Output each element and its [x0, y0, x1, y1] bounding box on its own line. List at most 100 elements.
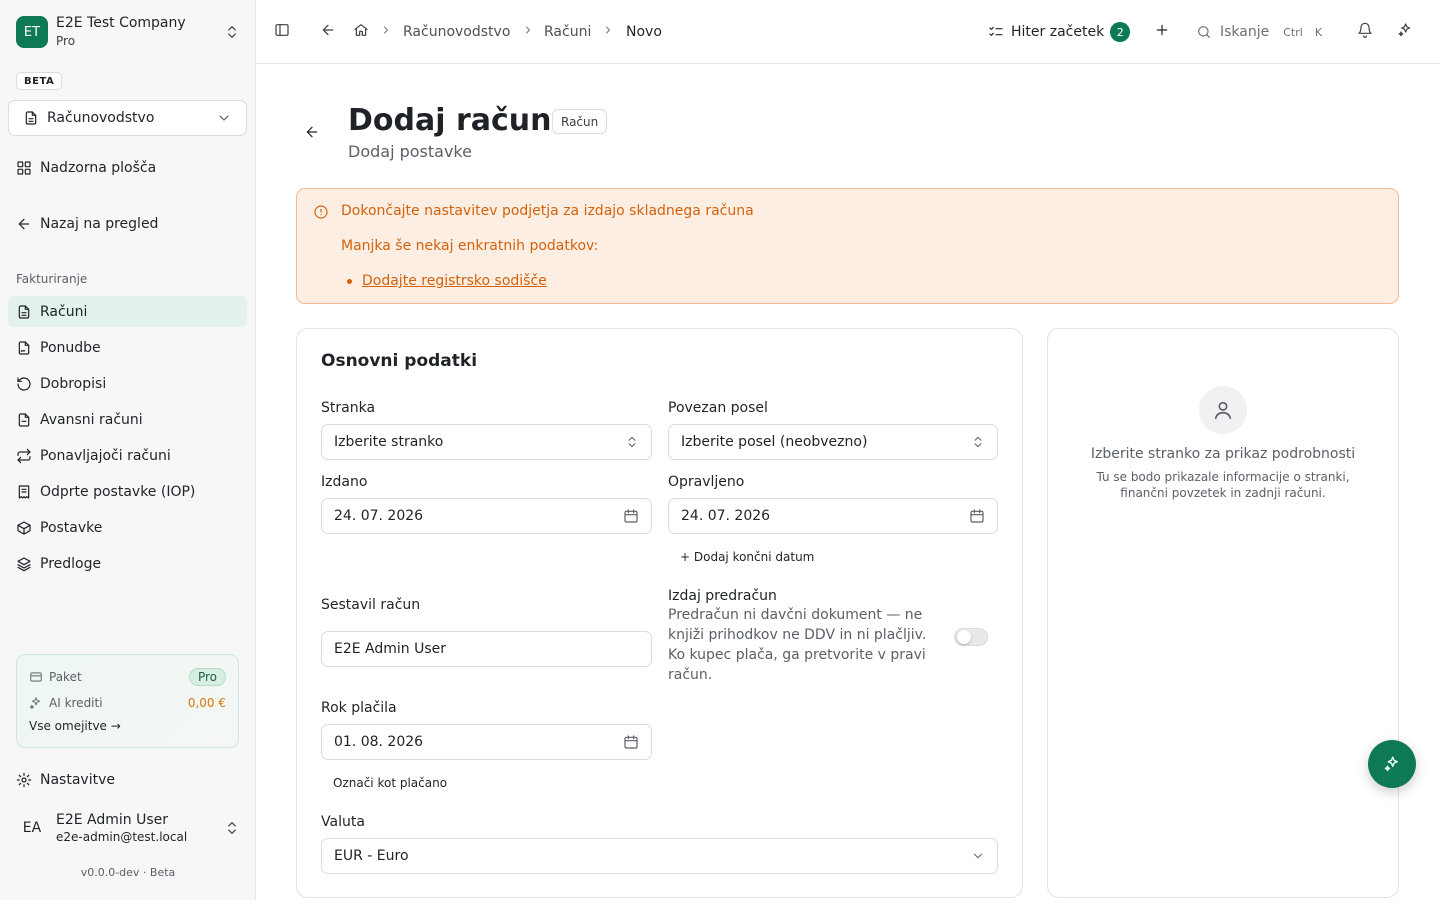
user-menu[interactable]: EA E2E Admin User e2e-admin@test.local	[16, 808, 240, 848]
customer-select[interactable]: Izberite stranko	[321, 424, 652, 460]
receipt-icon	[16, 484, 32, 500]
due-date-input[interactable]: 01. 08. 2026	[321, 724, 652, 760]
card-title: Osnovni podatki	[321, 351, 478, 371]
chevron-right-icon	[602, 24, 614, 36]
customer-select-value: Izberite stranko	[334, 434, 444, 450]
chevron-down-icon	[216, 110, 232, 126]
sparkles-icon[interactable]	[1397, 22, 1413, 38]
sidebar-item-label: Dobropisi	[40, 375, 107, 392]
sparkles-icon	[1383, 755, 1401, 773]
sparkles-icon	[29, 696, 43, 710]
user-info: E2E Admin User e2e-admin@test.local	[56, 812, 224, 845]
calendar-icon	[969, 508, 985, 524]
issued-date-input[interactable]: 24. 07. 2026	[321, 498, 652, 534]
sidebar-item-items[interactable]: Postavke	[8, 512, 247, 543]
search-icon	[1196, 24, 1212, 40]
nav-back-overview-label: Nazaj na pregled	[40, 215, 159, 232]
user-icon	[1199, 386, 1247, 434]
basic-info-card: Osnovni podatki Stranka Izberite stranko…	[296, 328, 1023, 898]
nav-settings-label: Nastavitve	[40, 771, 115, 788]
deal-select[interactable]: Izberite posel (neobvezno)	[668, 424, 998, 460]
nav-dashboard[interactable]: Nadzorna plošča	[8, 152, 247, 183]
currency-select-value: EUR - Euro	[334, 848, 409, 864]
kbd-ctrl: Ctrl	[1283, 25, 1303, 39]
list-checks-icon	[988, 24, 1004, 40]
author-label: Sestavil račun	[321, 597, 421, 613]
plan-card: Paket Pro AI krediti 0,00 € Vse omejitve…	[16, 654, 239, 748]
sidebar-item-open-items[interactable]: Odprte postavke (IOP)	[8, 476, 247, 507]
sidebar-item-invoices[interactable]: Računi	[8, 296, 247, 327]
file-minus-icon	[16, 412, 32, 428]
ai-assistant-button[interactable]	[1368, 740, 1416, 788]
nav-dashboard-label: Nadzorna plošča	[40, 159, 157, 176]
alert-text: Manjka še nekaj enkratnih podatkov:	[341, 238, 599, 254]
sidebar-toggle-icon[interactable]	[274, 22, 290, 38]
sidebar-item-templates[interactable]: Predloge	[8, 548, 247, 579]
deal-select-value: Izberite posel (neobvezno)	[681, 434, 868, 450]
arrow-left-icon[interactable]	[320, 22, 336, 38]
layers-icon	[16, 556, 32, 572]
proforma-label: Izdaj predračun	[668, 588, 777, 604]
setup-alert: Dokončajte nastavitev podjetja za izdajo…	[296, 188, 1399, 304]
nav-back-overview[interactable]: Nazaj na pregled	[8, 208, 247, 239]
quick-start-label: Hiter začetek	[1011, 24, 1105, 40]
sidebar-item-quotes[interactable]: Ponudbe	[8, 332, 247, 363]
add-end-date-button[interactable]: + Dodaj končni datum	[680, 550, 814, 564]
chevron-right-icon	[380, 24, 392, 36]
file-text-icon	[16, 304, 32, 320]
sidebar-item-credit-notes[interactable]: Dobropisi	[8, 368, 247, 399]
home-icon[interactable]	[353, 22, 369, 38]
bell-icon[interactable]	[1357, 22, 1373, 38]
plus-icon[interactable]	[1154, 22, 1170, 38]
currency-select[interactable]: EUR - Euro	[321, 838, 998, 874]
performed-date-input[interactable]: 24. 07. 2026	[668, 498, 998, 534]
alert-circle-icon	[313, 204, 329, 220]
plan-row: Paket Pro	[29, 667, 226, 687]
sidebar-item-label: Predloge	[40, 555, 102, 572]
module-select[interactable]: Računovodstvo	[8, 100, 247, 136]
document-type-badge: Račun	[552, 109, 608, 134]
proforma-toggle[interactable]	[954, 628, 988, 646]
kbd-k: K	[1314, 25, 1323, 39]
nav-settings[interactable]: Nastavitve	[8, 764, 247, 795]
add-registry-court-link[interactable]: Dodajte registrsko sodišče	[362, 273, 547, 289]
credits-value: 0,00 €	[187, 696, 226, 710]
company-info: E2E Test Company Pro	[56, 15, 224, 49]
side-panel-title: Izberite stranko za prikaz podrobnosti	[1090, 446, 1356, 462]
package-icon	[16, 520, 32, 536]
breadcrumb-item[interactable]: Računi	[544, 22, 591, 42]
alert-list-item: Dodajte registrsko sodišče	[347, 273, 547, 289]
avatar: EA	[22, 820, 42, 836]
page-subtitle: Dodaj postavke	[348, 142, 472, 161]
sidebar-item-advance-invoices[interactable]: Avansni računi	[8, 404, 247, 435]
side-panel-description: Tu se bodo prikazale informacije o stran…	[1096, 470, 1350, 500]
credits-label: AI krediti	[49, 696, 103, 710]
mark-paid-button[interactable]: Označi kot plačano	[333, 776, 447, 790]
chevrons-up-down-icon	[224, 820, 240, 836]
search-label: Iskanje	[1220, 24, 1270, 40]
currency-label: Valuta	[321, 814, 365, 830]
search-button[interactable]: Iskanje Ctrl K	[1196, 20, 1326, 44]
deal-label: Povezan posel	[668, 400, 768, 416]
plan-label: Paket	[49, 670, 82, 684]
back-button[interactable]	[304, 124, 320, 140]
alert-title: Dokončajte nastavitev podjetja za izdajo…	[341, 203, 754, 219]
credits-row: AI krediti 0,00 €	[29, 693, 226, 713]
company-avatar: ET	[16, 16, 48, 48]
toggle-knob	[957, 630, 971, 644]
file-signature-icon	[16, 340, 32, 356]
quick-start-button[interactable]: Hiter začetek 2	[988, 20, 1131, 44]
plan-badge: Pro	[188, 668, 226, 686]
sidebar-item-recurring-invoices[interactable]: Ponavljajoči računi	[8, 440, 247, 471]
issued-date-value: 24. 07. 2026	[334, 508, 424, 524]
breadcrumb-item[interactable]: Računovodstvo	[403, 22, 510, 42]
chevrons-up-down-icon	[625, 435, 639, 449]
repeat-icon	[16, 448, 32, 464]
company-plan: Pro	[56, 34, 76, 48]
user-email: e2e-admin@test.local	[56, 829, 188, 844]
company-switcher[interactable]: ET E2E Test Company Pro	[16, 15, 240, 49]
arrow-left-icon	[16, 216, 32, 232]
beta-badge: BETA	[16, 72, 63, 90]
all-limits-link[interactable]: Vse omejitve →	[29, 719, 121, 733]
author-input[interactable]: E2E Admin User	[321, 631, 652, 667]
